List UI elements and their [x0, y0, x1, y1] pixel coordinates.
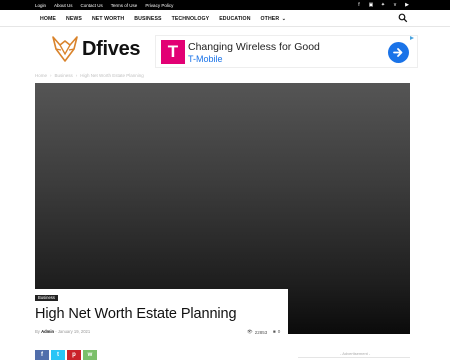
article-title: High Net Worth Estate Planning [35, 306, 237, 322]
adchoices-icon[interactable] [409, 35, 417, 41]
ad-banner[interactable]: T Changing Wireless for Good T-Mobile [155, 35, 418, 68]
share-buttons: f t p w [35, 350, 97, 360]
nav-item-home[interactable]: HOME [40, 16, 56, 22]
sidebar-ad-label: - Advertisement - [340, 351, 371, 356]
nav-item-business[interactable]: BUSINESS [134, 16, 161, 22]
breadcrumb: Home › Business › High Net Worth Estate … [35, 73, 144, 78]
contact-us-link[interactable]: Contact Us [81, 3, 103, 8]
search-icon[interactable] [398, 13, 408, 23]
author-link[interactable]: Admin [41, 329, 54, 334]
breadcrumb-separator: › [50, 73, 52, 78]
breadcrumb-separator: › [75, 73, 78, 78]
facebook-icon[interactable]: f [356, 0, 362, 10]
twitter-share-icon[interactable]: t [51, 350, 65, 360]
breadcrumb-home[interactable]: Home [35, 73, 47, 78]
view-count-value: 22853 [254, 329, 268, 335]
category-badge[interactable]: Business [35, 295, 58, 301]
twitter-icon[interactable]: ✦ [380, 0, 386, 10]
instagram-icon[interactable]: ▣ [368, 0, 374, 10]
social-icons: f ▣ ✦ v ▶ [356, 0, 410, 10]
comment-count-value: 0 [277, 329, 281, 334]
whatsapp-share-icon[interactable]: w [83, 350, 97, 360]
terms-of-use-link[interactable]: Terms of Use [111, 3, 138, 8]
eye-icon: 👁 [247, 329, 253, 334]
arrow-right-icon [393, 48, 403, 57]
site-name: Dfives [82, 37, 141, 60]
privacy-policy-link[interactable]: Privacy Policy [145, 3, 173, 8]
nav-item-other[interactable]: OTHER ⌄ [261, 16, 286, 22]
site-logo[interactable]: Dfives [50, 33, 150, 65]
vimeo-icon[interactable]: v [392, 0, 398, 10]
nav-item-education[interactable]: EDUCATION [219, 16, 250, 22]
sidebar-divider [298, 357, 410, 358]
login-link[interactable]: Login [35, 3, 46, 8]
comment-icon: ■ [273, 329, 276, 334]
fox-logo-icon [52, 36, 78, 62]
top-utility-bar: Login About Us Contact Us Terms of Use P… [0, 0, 450, 10]
chevron-down-icon: ⌄ [280, 15, 286, 22]
facebook-share-icon[interactable]: f [35, 350, 49, 360]
article-meta: By Admin - January 19, 2021 [35, 329, 90, 334]
top-links: Login About Us Contact Us Terms of Use P… [35, 0, 173, 10]
nav-item-net-worth[interactable]: NET WORTH [92, 16, 124, 22]
about-us-link[interactable]: About Us [54, 3, 73, 8]
main-nav: HOME NEWS NET WORTH BUSINESS TECHNOLOGY … [0, 10, 450, 27]
nav-item-other-label: OTHER [260, 15, 280, 22]
youtube-icon[interactable]: ▶ [404, 0, 410, 10]
pinterest-share-icon[interactable]: p [67, 350, 81, 360]
nav-item-technology[interactable]: TECHNOLOGY [172, 16, 210, 22]
ad-arrow-button[interactable] [388, 42, 409, 63]
by-label: By [35, 329, 40, 334]
breadcrumb-current: High Net Worth Estate Planning [80, 73, 144, 78]
ad-advertiser: T-Mobile [188, 54, 223, 64]
view-count: 👁 22853 [247, 329, 267, 335]
article-date: January 19, 2021 [57, 329, 91, 334]
t-mobile-logo-icon: T [161, 40, 185, 64]
nav-item-news[interactable]: NEWS [66, 16, 82, 22]
comment-count[interactable]: ■ 0 [273, 329, 280, 334]
breadcrumb-business[interactable]: Business [55, 73, 73, 78]
ad-headline: Changing Wireless for Good [188, 41, 320, 53]
